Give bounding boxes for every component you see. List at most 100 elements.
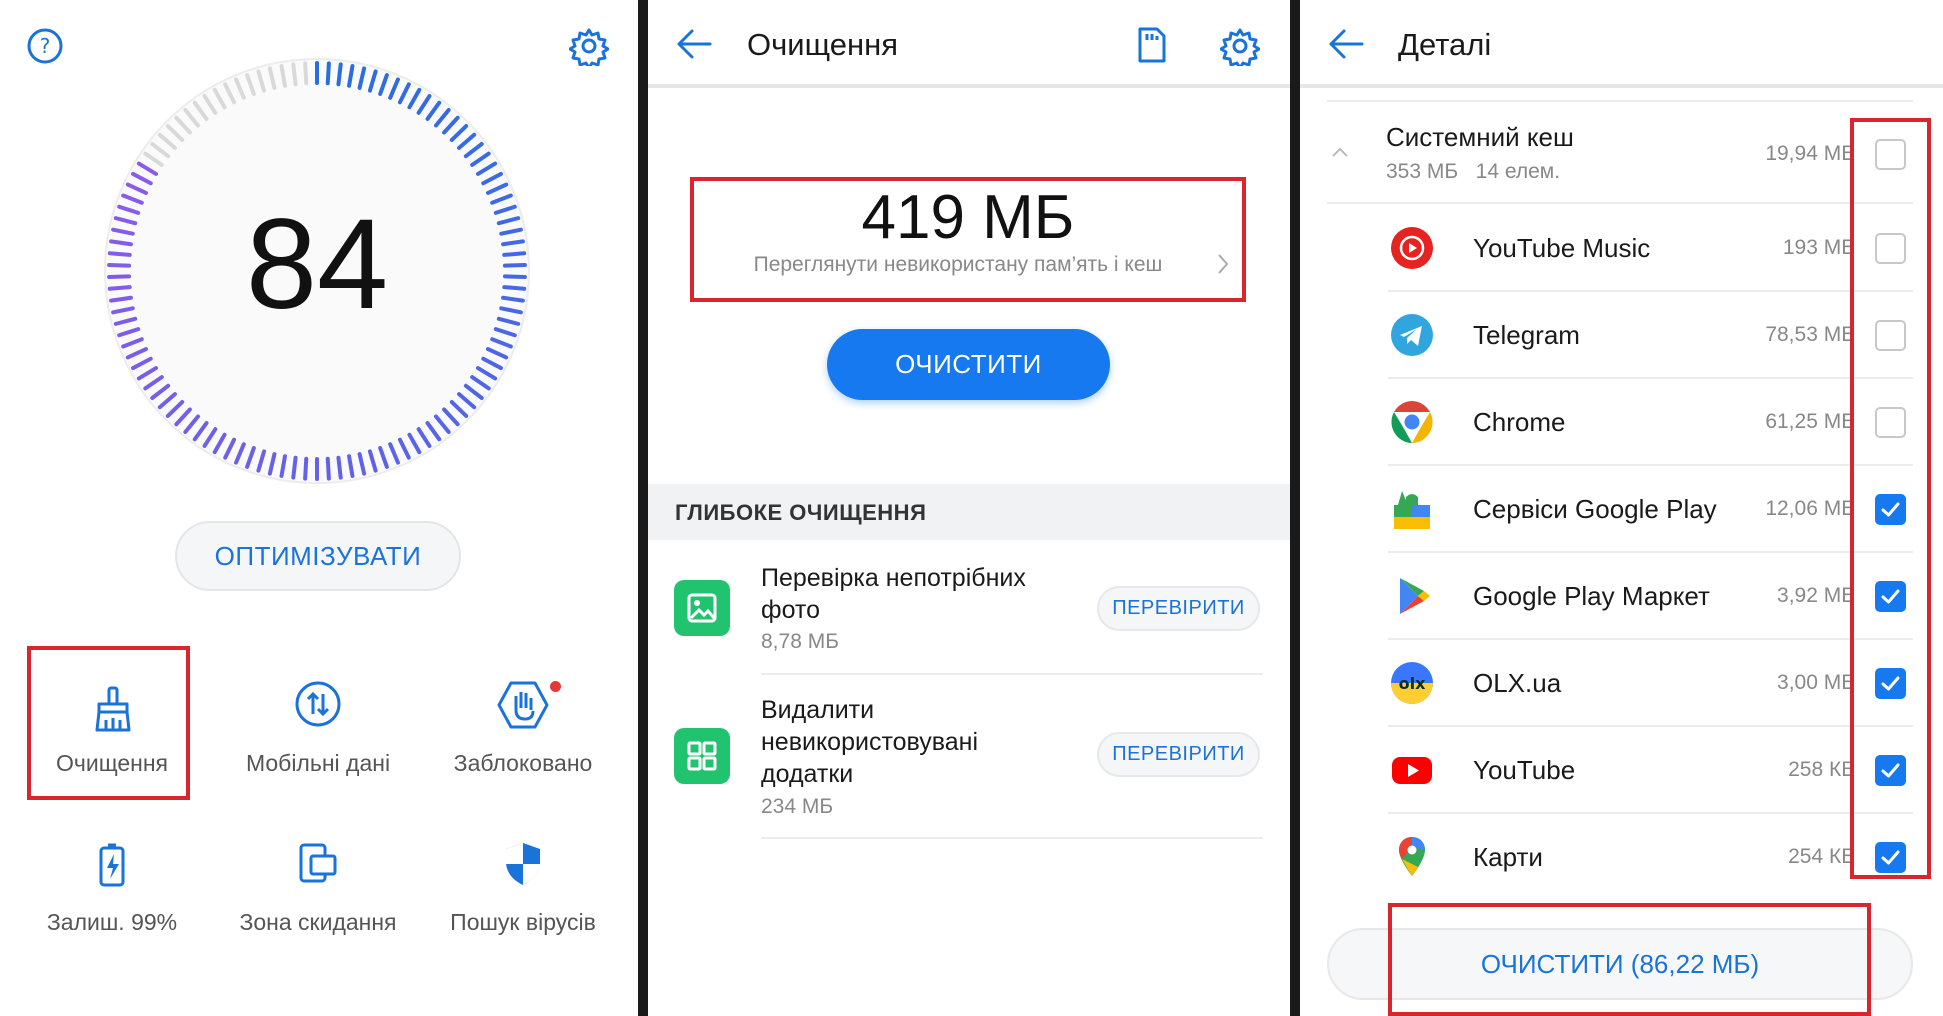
tile-mobile-data[interactable]: Мобільні дані	[218, 660, 418, 800]
item-size: 234 МБ	[761, 795, 834, 818]
app-row[interactable]: Google Play Маркет 3,92 МБ	[1300, 553, 1943, 640]
item-title-line1: Перевірка непотрібних	[761, 564, 1026, 592]
highlight-storage-summary	[690, 177, 1246, 302]
tile-battery[interactable]: Залиш. 99%	[12, 820, 212, 960]
app-size: 61,25 МБ	[1765, 410, 1855, 433]
back-arrow-icon[interactable]	[676, 28, 712, 60]
app-name: OLX.ua	[1473, 668, 1562, 698]
check-photos-button[interactable]: ПЕРЕВІРИТИ	[1097, 586, 1260, 631]
notification-dot	[550, 681, 561, 692]
app-size: 193 МБ	[1782, 236, 1855, 259]
data-transfer-icon	[294, 680, 342, 728]
check-apps-button[interactable]: ПЕРЕВІРИТИ	[1097, 732, 1260, 777]
gauge-tick	[502, 263, 527, 268]
shield-icon	[502, 840, 544, 888]
drop-zone-icon	[298, 842, 338, 888]
app-row[interactable]: Сервіси Google Play 12,06 МБ	[1300, 466, 1943, 553]
battery-icon	[98, 842, 126, 888]
highlight-checkbox-column	[1850, 118, 1931, 879]
clean-button[interactable]: ОЧИСТИТИ	[827, 329, 1110, 400]
gauge-tick	[291, 62, 298, 87]
item-title-line2: невикористовувані	[761, 728, 979, 756]
app-size: 254 КБ	[1788, 845, 1855, 868]
page-title: Деталі	[1398, 27, 1492, 62]
gauge-tick	[502, 285, 527, 291]
app-size: 3,00 МБ	[1777, 671, 1855, 694]
tile-blocked[interactable]: Заблоковано	[423, 660, 623, 800]
help-icon[interactable]: ?	[26, 27, 64, 65]
app-size: 258 КБ	[1788, 758, 1855, 781]
app-row[interactable]: YouTube 258 КБ	[1300, 727, 1943, 814]
gauge-tick	[502, 274, 527, 279]
highlight-clean-button	[1388, 903, 1871, 1016]
tile-virus-scan[interactable]: Пошук вірусів	[423, 820, 623, 960]
blocked-hand-icon	[496, 680, 550, 730]
list-item: Перевірка непотрібних фото 8,78 МБ ПЕРЕВ…	[648, 552, 1290, 674]
gauge-tick	[336, 455, 343, 480]
divider	[761, 673, 1263, 675]
deep-clean-section: ГЛИБОКЕ ОЧИЩЕННЯ	[648, 484, 1290, 540]
gauge-tick	[107, 274, 132, 279]
svg-text:olx: olx	[1399, 674, 1426, 693]
tile-blocked-label: Заблоковано	[453, 750, 593, 776]
system-cache-group[interactable]: Системний кеш 353 МБ 14 елем. 19,94 МБ	[1300, 112, 1943, 202]
group-size: 19,94 МБ	[1765, 142, 1855, 165]
tile-drop-zone-label: Зона скидання	[239, 909, 397, 935]
gauge-tick	[303, 61, 309, 86]
gauge-tick	[107, 263, 132, 268]
header-divider	[648, 84, 1290, 88]
gauge-tick	[336, 62, 343, 87]
gauge-tick	[107, 251, 132, 257]
tile-battery-label: Залиш. 99%	[46, 909, 178, 935]
back-arrow-icon[interactable]	[1328, 28, 1364, 60]
chrome-icon	[1388, 398, 1436, 446]
divider	[1327, 100, 1913, 102]
gauge-tick	[303, 456, 309, 481]
app-name: Telegram	[1473, 320, 1580, 350]
page-title: Очищення	[747, 27, 899, 62]
settings-icon[interactable]	[1220, 26, 1260, 66]
google-play-store-icon	[1388, 572, 1436, 620]
app-size: 78,53 МБ	[1765, 323, 1855, 346]
app-name: YouTube	[1473, 755, 1576, 785]
gauge-tick	[501, 295, 525, 303]
telegram-icon	[1388, 311, 1436, 359]
divider	[761, 837, 1263, 839]
gauge-tick	[325, 456, 331, 481]
group-meta: 353 МБ 14 елем.	[1386, 160, 1561, 183]
gauge-tick	[107, 285, 132, 291]
settings-icon[interactable]	[569, 26, 609, 66]
list-item: Видалити невикористовувані додатки 234 М…	[648, 688, 1290, 838]
app-row[interactable]: Telegram 78,53 МБ	[1300, 292, 1943, 379]
optimize-button[interactable]: ОПТИМІЗУВАТИ	[175, 521, 461, 591]
app-row[interactable]: Chrome 61,25 МБ	[1300, 379, 1943, 466]
apps-grid-icon	[674, 728, 730, 784]
app-row[interactable]: olx OLX.ua 3,00 МБ	[1300, 640, 1943, 727]
cleanup-panel: Очищення 419 МБ Переглянути невикористан…	[648, 0, 1290, 1016]
optimization-score: 84	[245, 193, 389, 336]
details-panel: Деталі Системний кеш 353 МБ 14 елем. 19,…	[1300, 0, 1943, 1016]
optimizer-panel: ? 84 ОПТИМІЗУВАТИ Очищення Мобільні дані	[0, 0, 638, 1016]
group-name: Системний кеш	[1386, 122, 1574, 152]
gauge-tick	[109, 239, 133, 247]
chevron-up-icon[interactable]	[1331, 146, 1349, 158]
app-row[interactable]: Карти 254 КБ	[1300, 814, 1943, 901]
google-maps-icon	[1388, 833, 1436, 881]
highlight-cleanup-tile	[27, 646, 190, 800]
gauge-tick	[291, 455, 298, 480]
photo-icon	[674, 580, 730, 636]
app-name: Карти	[1473, 842, 1543, 872]
app-size: 3,92 МБ	[1777, 584, 1855, 607]
gauge-tick	[501, 239, 525, 247]
app-name: Chrome	[1473, 407, 1566, 437]
app-row[interactable]: YouTube Music 193 МБ	[1300, 205, 1943, 292]
tile-drop-zone[interactable]: Зона скидання	[218, 820, 418, 960]
app-size: 12,06 МБ	[1765, 497, 1855, 520]
youtube-icon	[1388, 746, 1436, 794]
gauge-tick	[109, 295, 133, 303]
item-title-line3: додатки	[761, 760, 854, 788]
item-title-line1: Видалити	[761, 696, 875, 724]
section-title: ГЛИБОКЕ ОЧИЩЕННЯ	[675, 500, 927, 525]
youtube-music-icon	[1388, 224, 1436, 272]
sd-card-icon[interactable]	[1137, 26, 1167, 64]
